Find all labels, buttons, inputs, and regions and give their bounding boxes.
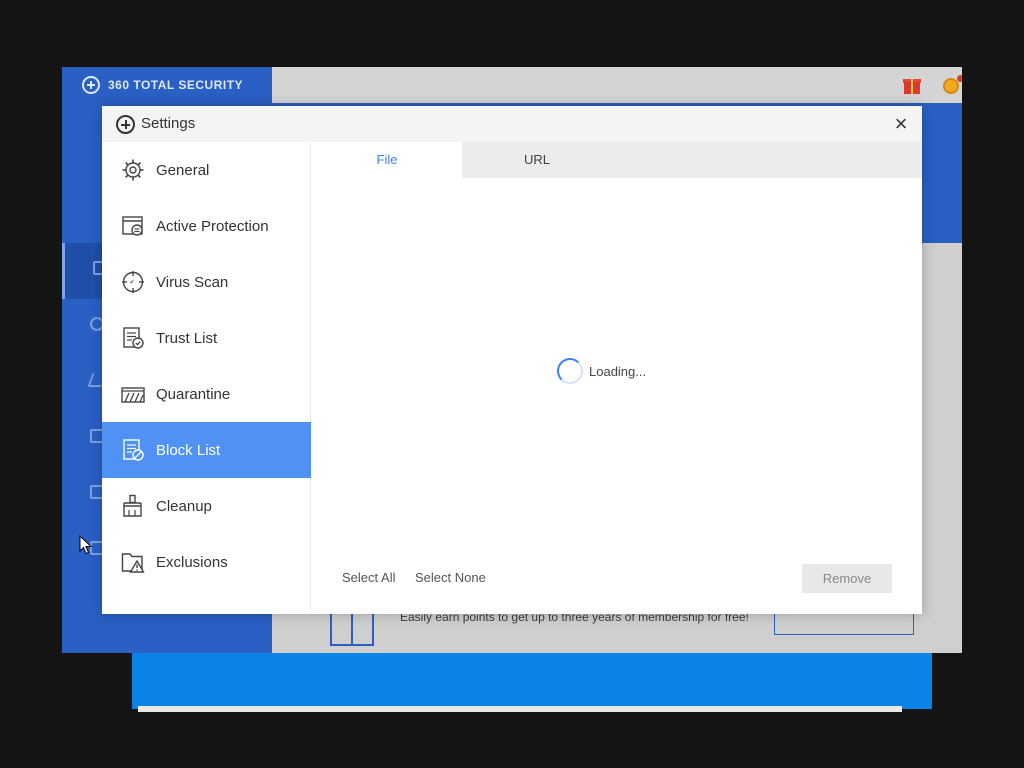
tab-file[interactable]: File	[312, 142, 462, 178]
dialog-title: Settings	[141, 115, 196, 132]
document-check-icon	[121, 326, 145, 350]
promo-button[interactable]	[774, 611, 914, 635]
coin-icon[interactable]	[942, 75, 962, 95]
settings-dialog: Settings × General Active Protection Vir…	[102, 106, 922, 614]
nav-label: Active Protection	[156, 217, 269, 235]
settings-nav: General Active Protection Virus Scan Tru…	[102, 142, 311, 614]
nav-item-quarantine[interactable]: Quarantine	[102, 366, 311, 422]
nav-item-general[interactable]: General	[102, 142, 311, 198]
select-none-link[interactable]: Select None	[415, 570, 486, 585]
folder-warning-icon	[121, 550, 145, 574]
brand: 360 TOTAL SECURITY	[82, 75, 243, 95]
quarantine-icon	[121, 382, 145, 406]
nav-item-exclusions[interactable]: Exclusions	[102, 534, 311, 590]
spinner-icon	[557, 358, 583, 384]
nav-item-cleanup[interactable]: Cleanup	[102, 478, 311, 534]
select-all-link[interactable]: Select All	[342, 570, 395, 585]
nav-label: Quarantine	[156, 385, 231, 403]
gift-icon[interactable]	[902, 75, 922, 95]
shield-window-icon	[121, 214, 145, 238]
nav-label: Cleanup	[156, 497, 212, 515]
document-block-icon	[121, 438, 145, 462]
notification-dot	[957, 75, 962, 82]
nav-label: Block List	[156, 441, 221, 459]
nav-label: Virus Scan	[156, 273, 229, 291]
mouse-cursor-icon	[79, 535, 93, 555]
nav-label: General	[156, 161, 210, 179]
nav-item-block-list[interactable]: Block List	[102, 422, 311, 478]
brand-logo-icon	[82, 76, 100, 94]
background-titlebar: ×	[272, 67, 962, 103]
block-list-content: Loading... Select All Select None Remove	[312, 178, 922, 614]
brand-name: 360 TOTAL SECURITY	[108, 78, 244, 92]
crosshair-icon	[121, 270, 145, 294]
remove-button[interactable]: Remove	[802, 564, 892, 593]
background-task-row	[138, 706, 902, 712]
nav-label: Trust List	[156, 329, 218, 347]
loading-indicator: Loading...	[557, 358, 646, 384]
nav-item-trust-list[interactable]: Trust List	[102, 310, 311, 366]
settings-logo-icon	[116, 115, 135, 134]
broom-icon	[121, 494, 145, 518]
tab-bar: File URL	[312, 142, 922, 178]
gear-icon	[121, 158, 145, 182]
background-blue-panel	[132, 653, 932, 709]
tab-url[interactable]: URL	[462, 142, 612, 178]
dialog-close-button[interactable]: ×	[890, 113, 912, 136]
dialog-titlebar: Settings ×	[102, 106, 922, 142]
nav-label: Exclusions	[156, 553, 228, 571]
nav-item-virus-scan[interactable]: Virus Scan	[102, 254, 311, 310]
nav-item-active-protection[interactable]: Active Protection	[102, 198, 311, 254]
loading-text: Loading...	[589, 363, 647, 379]
